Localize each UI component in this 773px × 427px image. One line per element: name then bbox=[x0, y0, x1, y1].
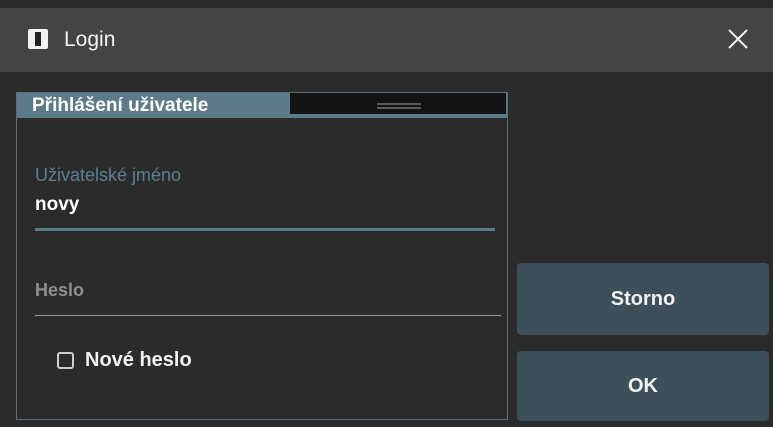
cancel-button[interactable]: Storno bbox=[517, 263, 769, 335]
username-field[interactable]: novy bbox=[35, 194, 79, 216]
window-body: Přihlášení uživatele Uživatelské jméno n… bbox=[10, 72, 773, 427]
password-underline bbox=[35, 315, 501, 316]
new-password-checkbox-row[interactable]: Nové heslo bbox=[57, 349, 192, 372]
panel-drag-handle[interactable] bbox=[290, 93, 506, 114]
title-bar: Login bbox=[0, 8, 773, 72]
close-icon bbox=[728, 29, 748, 49]
window-title: Login bbox=[64, 28, 116, 51]
app-icon bbox=[28, 29, 48, 49]
ok-button[interactable]: OK bbox=[517, 351, 769, 421]
close-button[interactable] bbox=[721, 22, 755, 56]
username-label: Uživatelské jméno bbox=[35, 165, 182, 185]
username-underline bbox=[35, 228, 495, 231]
login-panel: Přihlášení uživatele Uživatelské jméno n… bbox=[16, 92, 508, 420]
new-password-label: Nové heslo bbox=[85, 349, 192, 371]
password-field[interactable]: Heslo bbox=[35, 280, 84, 301]
new-password-checkbox[interactable] bbox=[57, 352, 74, 369]
grip-icon bbox=[377, 103, 421, 109]
